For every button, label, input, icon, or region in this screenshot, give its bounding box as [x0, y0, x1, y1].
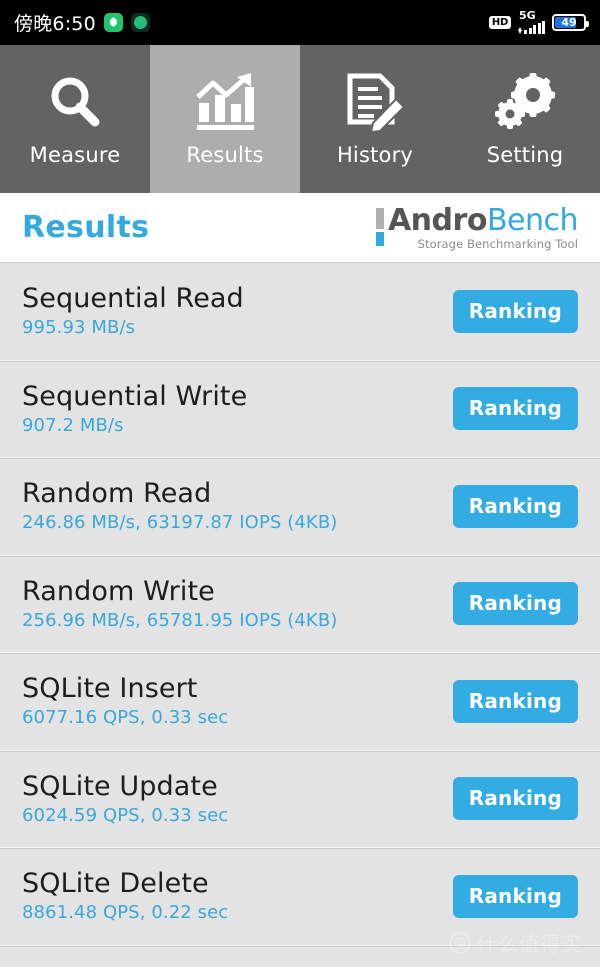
hd-badge-icon: HD — [488, 16, 511, 29]
result-texts: SQLite Update 6024.59 QPS, 0.33 sec — [22, 770, 229, 826]
result-texts: SQLite Delete 8861.48 QPS, 0.22 sec — [22, 869, 228, 923]
logo-subtitle: Storage Benchmarking Tool — [417, 236, 578, 251]
tab-measure[interactable]: Measure — [0, 45, 150, 193]
result-value: 246.86 MB/s, 63197.87 IOPS (4KB) — [22, 512, 338, 534]
result-name: Random Write — [22, 575, 215, 607]
ranking-button[interactable]: Ranking — [452, 582, 578, 626]
result-texts: Sequential Read 995.93 MB/s — [22, 284, 244, 338]
document-pencil-icon — [344, 71, 406, 135]
ranking-button[interactable]: Ranking — [452, 289, 578, 333]
tab-measure-label: Measure — [29, 143, 121, 167]
result-value: 995.93 MB/s — [22, 317, 136, 339]
ranking-button[interactable]: Ranking — [452, 777, 578, 821]
logo-andro-text: Andro — [387, 202, 487, 238]
result-row: SQLite Insert 6077.16 QPS, 0.33 sec Rankin… — [0, 653, 600, 751]
signal-strength-icon — [524, 20, 545, 34]
ranking-button[interactable]: Ranking — [452, 679, 578, 723]
status-time: 傍晚6:50 — [14, 13, 96, 35]
tab-history-label: History — [336, 143, 414, 167]
ranking-button[interactable]: Ranking — [452, 484, 578, 528]
status-bar-left: 傍晚6:50 — [14, 9, 150, 36]
results-list: Sequential Read 995.93 MB/s Ranking Sequent… — [0, 263, 600, 946]
result-row: Random Write 256.96 MB/s, 65781.95 IOPS (… — [0, 556, 600, 653]
page-header: Results AndroBench Storage Benchmarking … — [0, 193, 600, 263]
tab-results-label: Results — [186, 143, 264, 167]
result-name: Sequential Read — [22, 283, 244, 315]
battery-icon: 49 — [552, 14, 589, 31]
tab-history[interactable]: History — [300, 45, 450, 193]
battery-percent-label: 49 — [561, 16, 577, 29]
circle-app-icon — [130, 13, 150, 32]
logo-text: AndroBench Storage Benchmarking Tool — [387, 202, 579, 251]
result-value: 8861.48 QPS, 0.22 sec — [22, 902, 229, 924]
bar-chart-icon — [193, 71, 257, 135]
result-name: SQLite Insert — [22, 673, 198, 705]
magnifier-icon — [44, 71, 106, 135]
shield-app-icon — [103, 13, 123, 32]
app-root: 傍晚6:50 HD 5G 49 Measure Results History … — [0, 0, 600, 967]
page-title: Results — [22, 210, 150, 245]
result-value: 256.96 MB/s, 65781.95 IOPS (4KB) — [22, 609, 338, 631]
result-texts: SQLite Insert 6077.16 QPS, 0.33 sec — [22, 674, 228, 728]
status-bar: 傍晚6:50 HD 5G 49 — [0, 0, 600, 45]
result-row: SQLite Update 6024.59 QPS, 0.33 sec Rankin… — [0, 751, 600, 848]
result-row: SQLite Delete 8861.48 QPS, 0.22 sec Rankin… — [0, 848, 600, 946]
ranking-button[interactable]: Ranking — [452, 874, 578, 918]
result-name: Random Read — [22, 478, 212, 510]
network-type-label: 5G — [519, 8, 536, 22]
gears-icon — [493, 71, 557, 135]
tab-setting-label: Setting — [486, 143, 564, 167]
result-name: Sequential Write — [22, 380, 248, 412]
logo-bars-icon — [375, 205, 384, 246]
result-row: Sequential Write 907.2 MB/s Ranking — [0, 361, 600, 458]
result-texts: Random Write 256.96 MB/s, 65781.95 IOPS (… — [22, 575, 338, 631]
status-bar-right: HD 5G 49 — [488, 8, 589, 34]
logo-wordmark: AndroBench — [387, 202, 579, 238]
tab-results[interactable]: Results — [150, 45, 300, 193]
result-name: SQLite Delete — [22, 868, 209, 900]
result-value: 6024.59 QPS, 0.33 sec — [22, 804, 229, 826]
logo-bench-text: Bench — [486, 202, 579, 238]
result-texts: Sequential Write 907.2 MB/s — [22, 380, 248, 436]
androbench-logo: AndroBench Storage Benchmarking Tool — [375, 202, 579, 251]
data-arrows-icon — [518, 25, 523, 34]
main-tab-bar: Measure Results History Setting — [0, 45, 600, 193]
result-name: SQLite Update — [22, 770, 218, 802]
result-texts: Random Read 246.86 MB/s, 63197.87 IOPS (4… — [22, 479, 337, 533]
result-value: 907.2 MB/s — [22, 414, 124, 436]
signal-bars-icon: 5G — [518, 8, 545, 34]
result-value: 6077.16 QPS, 0.33 sec — [22, 707, 229, 729]
result-row: Sequential Read 995.93 MB/s Ranking — [0, 263, 600, 361]
tab-setting[interactable]: Setting — [450, 45, 600, 193]
result-row: Random Read 246.86 MB/s, 63197.87 IOPS (4… — [0, 458, 600, 556]
ranking-button[interactable]: Ranking — [452, 387, 578, 431]
